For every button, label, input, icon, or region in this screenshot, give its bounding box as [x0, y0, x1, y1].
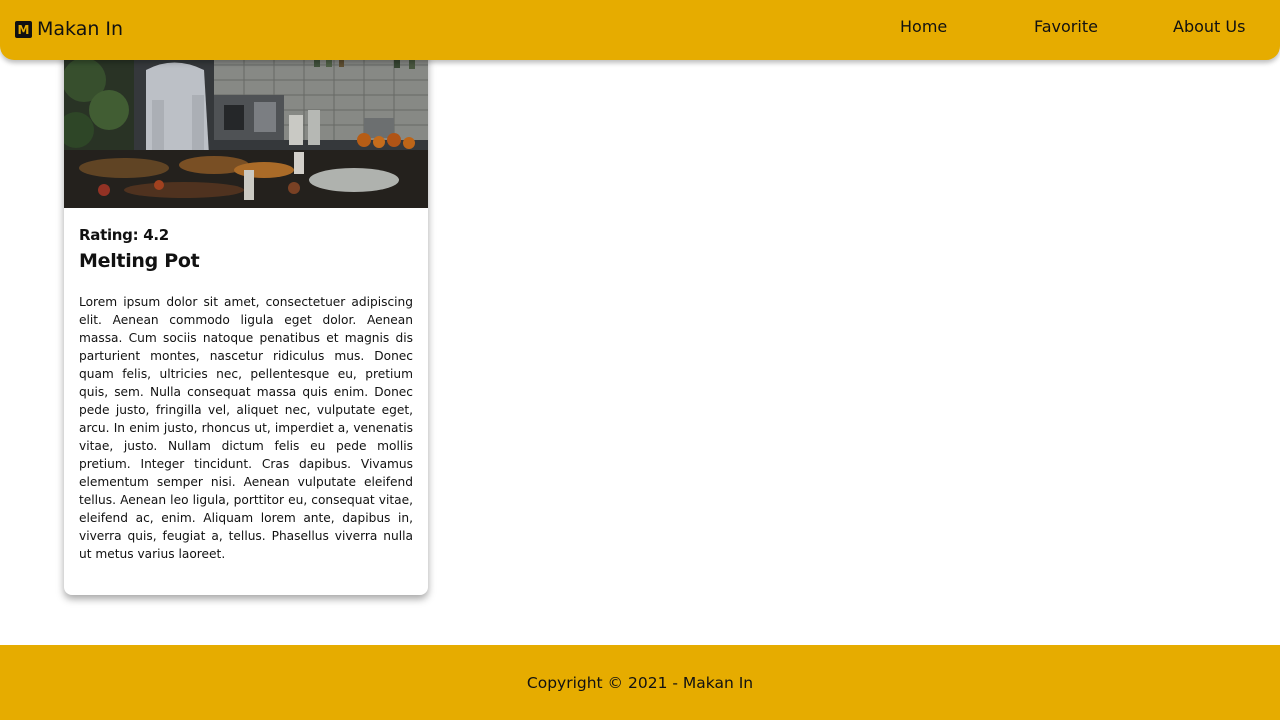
- nav-favorite-link[interactable]: Favorite: [1034, 17, 1098, 37]
- logo-letter: M: [17, 22, 30, 37]
- restaurant-card[interactable]: Rating: 4.2 Melting Pot Lorem ipsum dolo…: [64, 40, 428, 595]
- restaurant-name[interactable]: Melting Pot: [79, 249, 413, 273]
- app-footer: Copyright © 2021 - Makan In: [0, 645, 1280, 720]
- copyright-text: Copyright © 2021 - Makan In: [526, 673, 754, 692]
- app-header: M Makan In Home Favorite About Us: [0, 0, 1280, 60]
- restaurant-logo-icon: M: [15, 20, 32, 38]
- restaurant-rating: Rating: 4.2: [79, 226, 169, 244]
- brand-link[interactable]: M Makan In: [15, 17, 123, 41]
- restaurant-description: Lorem ipsum dolor sit amet, consectetuer…: [79, 295, 413, 561]
- restaurant-image: [64, 40, 428, 208]
- nav-home-link[interactable]: Home: [900, 17, 947, 37]
- restaurant-card-body: Rating: 4.2 Melting Pot Lorem ipsum dolo…: [79, 225, 413, 563]
- brand-name: Makan In: [37, 18, 124, 40]
- app-root: M Makan In Home Favorite About Us Rating…: [0, 0, 1280, 720]
- nav-about-us-link[interactable]: About Us: [1173, 17, 1245, 37]
